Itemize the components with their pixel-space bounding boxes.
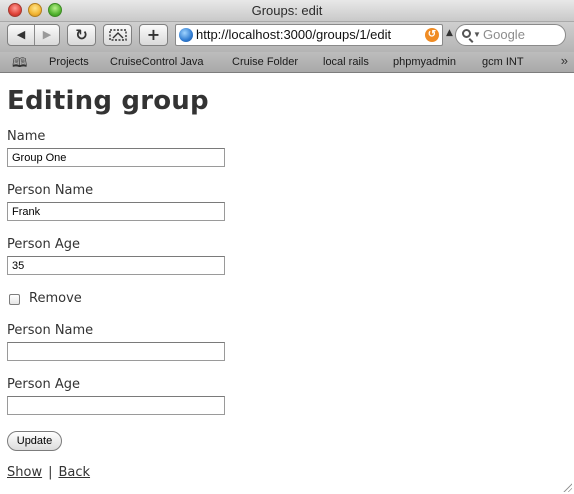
address-bar[interactable]: http://localhost:3000/groups/1/edit ↺ (175, 24, 443, 46)
page-title: Editing group (7, 86, 209, 116)
person-name-field[interactable] (7, 202, 225, 221)
add-bookmark-icon: + (146, 25, 161, 44)
bookmark-phpmyadmin[interactable]: phpmyadmin (393, 56, 456, 68)
new-person-name-field[interactable] (7, 342, 225, 361)
title-bar: Groups: edit (0, 0, 574, 22)
group-name-field[interactable] (7, 148, 225, 167)
reload-icon: ↻ (75, 26, 88, 44)
reload-button[interactable]: ↻ (67, 24, 96, 46)
search-icon (462, 29, 471, 38)
bookmark-local-rails[interactable]: local rails (323, 56, 369, 68)
person-age-label: Person Age (7, 237, 80, 252)
search-engine-chevron-icon: ▼ (473, 30, 481, 39)
globe-icon (179, 28, 193, 42)
bookmark-cruise-folder[interactable]: Cruise Folder (232, 56, 298, 68)
remove-checkbox[interactable] (9, 294, 20, 305)
url-text: http://localhost:3000/groups/1/edit (196, 27, 392, 42)
name-label: Name (7, 129, 46, 144)
update-button[interactable]: Update (7, 431, 62, 451)
more-bookmarks-chevron-icon[interactable]: » (561, 53, 568, 68)
remove-label[interactable]: Remove (29, 291, 82, 306)
new-person-age-label: Person Age (7, 377, 80, 392)
bookmark-projects[interactable]: Projects (49, 56, 89, 68)
bookmark-cruisecontrol-java[interactable]: CruiseControl Java (110, 56, 204, 68)
back-button[interactable]: ◀ (8, 25, 35, 45)
window-title: Groups: edit (251, 3, 323, 18)
page-content: Editing group Name Person Name Person Ag… (0, 73, 574, 494)
new-person-name-label: Person Name (7, 323, 94, 338)
url-history-chevron-icon[interactable]: ▲ (446, 28, 453, 38)
rss-icon[interactable]: ↺ (425, 28, 439, 42)
person-age-field[interactable] (7, 256, 225, 275)
show-link[interactable]: Show (7, 465, 42, 480)
bookmarks-bar: 🕮 Projects CruiseControl Java Cruise Fol… (0, 52, 574, 73)
search-placeholder: Google (483, 27, 525, 42)
person-name-label: Person Name (7, 183, 94, 198)
footer-links: Show | Back (7, 465, 90, 480)
snapback-icon (108, 29, 127, 41)
link-separator: | (48, 465, 53, 480)
browser-toolbar: ◀ ▶ ↻ + http://localhost:3000/groups/1/e… (0, 22, 574, 52)
add-bookmark-button[interactable]: + (139, 24, 168, 46)
forward-button[interactable]: ▶ (34, 25, 60, 45)
search-input[interactable]: ▼ Google (455, 24, 566, 46)
back-link[interactable]: Back (58, 465, 90, 480)
back-forward-group: ◀ ▶ (7, 24, 60, 46)
bookmark-gcm-int[interactable]: gcm INT (482, 56, 524, 68)
snapback-button[interactable] (103, 24, 132, 46)
new-person-age-field[interactable] (7, 396, 225, 415)
